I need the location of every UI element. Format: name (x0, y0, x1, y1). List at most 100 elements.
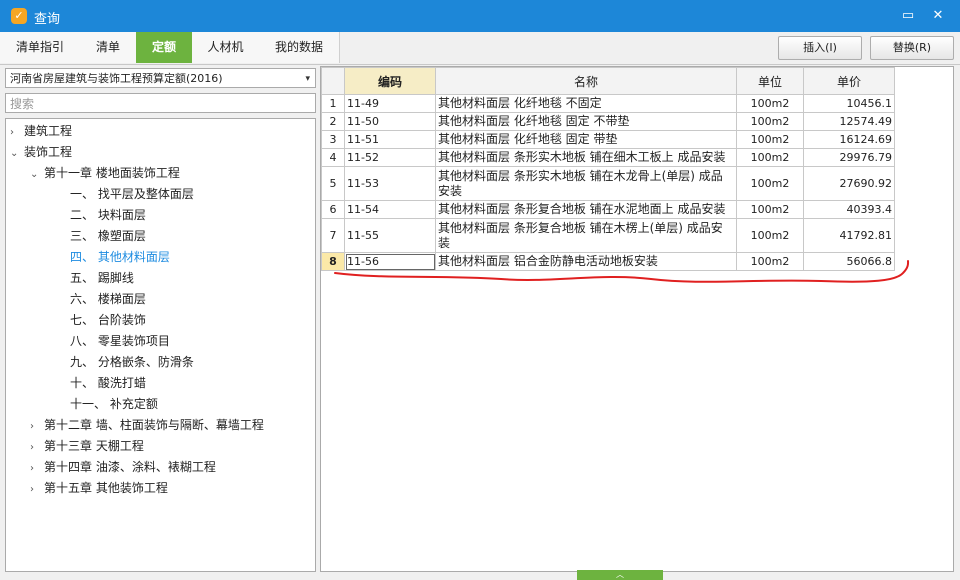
tree-item-label: 装饰工程 (24, 145, 73, 159)
cell-code[interactable]: 11-55 (344, 218, 436, 253)
tree-item[interactable]: 十、 酸洗打蜡 (50, 373, 146, 394)
tree-item-label: 四、 其他材料面层 (70, 250, 170, 264)
chevron-down-icon[interactable]: ▾ (305, 69, 310, 89)
cell-unit[interactable]: 100m2 (736, 200, 804, 219)
cell-code[interactable]: 11-51 (344, 130, 436, 149)
tree-item[interactable]: 九、 分格嵌条、防滑条 (50, 352, 194, 373)
tree-item[interactable]: › 第十三章 天棚工程 (30, 436, 144, 457)
tree-item[interactable]: 五、 踢脚线 (50, 268, 134, 289)
tab-my-data[interactable]: 我的数据 (259, 32, 340, 63)
cell-unit[interactable]: 100m2 (736, 166, 804, 201)
cell-unit[interactable]: 100m2 (736, 218, 804, 253)
cell-price[interactable]: 10456.1 (803, 94, 895, 113)
cell-price[interactable]: 12574.49 (803, 112, 895, 131)
cell-code[interactable]: 11-56 (344, 252, 436, 271)
tab-bill-guide[interactable]: 清单指引 (0, 32, 81, 63)
tab-labor-material[interactable]: 人材机 (192, 32, 260, 63)
tree-item[interactable]: › 第十五章 其他装饰工程 (30, 478, 168, 499)
cell-name[interactable]: 其他材料面层 化纤地毯 固定 不带垫 (435, 112, 737, 131)
tree-item[interactable]: 八、 零星装饰项目 (50, 331, 170, 352)
tree-item[interactable]: 四、 其他材料面层 (50, 247, 170, 268)
cell-unit[interactable]: 100m2 (736, 112, 804, 131)
cell-unit[interactable]: 100m2 (736, 94, 804, 113)
replace-button[interactable]: 替换(R) (870, 36, 954, 60)
col-header-unit[interactable]: 单位 (736, 67, 804, 95)
table-row[interactable]: 1 11-49 其他材料面层 化纤地毯 不固定 100m2 10456.1 (321, 94, 895, 113)
cell-code[interactable]: 11-52 (344, 148, 436, 167)
cell-code[interactable]: 11-54 (344, 200, 436, 219)
col-header-name[interactable]: 名称 (435, 67, 737, 95)
cell-price[interactable]: 40393.4 (803, 200, 895, 219)
table-row[interactable]: 3 11-51 其他材料面层 化纤地毯 固定 带垫 100m2 16124.69 (321, 130, 895, 149)
cell-price[interactable]: 16124.69 (803, 130, 895, 149)
cell-price[interactable]: 27690.92 (803, 166, 895, 201)
quota-table: 编码 名称 单位 单价 1 11-49 其他材料面层 化纤地毯 不固定 100m2 10… (321, 67, 895, 271)
cell-code[interactable]: 11-50 (344, 112, 436, 131)
table-row[interactable]: 2 11-50 其他材料面层 化纤地毯 固定 不带垫 100m2 12574.49 (321, 112, 895, 131)
chevron-right-icon[interactable]: › (30, 479, 44, 500)
tree-item[interactable]: 三、 橡塑面层 (50, 226, 146, 247)
chevron-right-icon[interactable]: › (30, 437, 44, 458)
cell-unit[interactable]: 100m2 (736, 130, 804, 149)
row-number[interactable]: 8 (321, 252, 345, 271)
chevron-right-icon[interactable]: › (10, 122, 24, 143)
cell-name[interactable]: 其他材料面层 化纤地毯 不固定 (435, 94, 737, 113)
app-logo-icon: ✓ (11, 8, 27, 24)
tree-item[interactable]: › 建筑工程 (10, 121, 72, 142)
insert-button[interactable]: 插入(I) (778, 36, 862, 60)
cell-unit[interactable]: 100m2 (736, 148, 804, 167)
row-number[interactable]: 2 (321, 112, 345, 131)
tab-bill[interactable]: 清单 (80, 32, 137, 63)
chevron-right-icon[interactable]: › (30, 458, 44, 479)
table-row[interactable]: 4 11-52 其他材料面层 条形实木地板 铺在细木工板上 成品安装 100m2 299… (321, 148, 895, 167)
cell-code[interactable]: 11-49 (344, 94, 436, 113)
col-header-code[interactable]: 编码 (344, 67, 436, 95)
tree-item-label: 第十四章 油漆、涂料、裱糊工程 (44, 460, 216, 474)
tree-item-label: 一、 找平层及整体面层 (70, 187, 194, 201)
cell-name[interactable]: 其他材料面层 条形实木地板 铺在细木工板上 成品安装 (435, 148, 737, 167)
tab-quota[interactable]: 定额 (136, 32, 193, 63)
tree-item[interactable]: 六、 楼梯面层 (50, 289, 146, 310)
chevron-down-icon[interactable]: ⌄ (30, 164, 44, 185)
chevron-up-icon: ︿ (616, 570, 624, 579)
row-number[interactable]: 1 (321, 94, 345, 113)
chevron-down-icon[interactable]: ⌄ (10, 143, 24, 164)
quota-library-select[interactable]: 河南省房屋建筑与装饰工程预算定额(2016) ▾ (5, 68, 316, 88)
maximize-button[interactable]: ▭ (898, 6, 918, 26)
col-header-price[interactable]: 单价 (803, 67, 895, 95)
tree-item-label: 十、 酸洗打蜡 (70, 376, 146, 390)
tree-item[interactable]: 一、 找平层及整体面层 (50, 184, 194, 205)
cell-name[interactable]: 其他材料面层 铝合金防静电活动地板安装 (435, 252, 737, 271)
search-input[interactable]: 搜索 (5, 93, 316, 113)
tree-item-label: 三、 橡塑面层 (70, 229, 146, 243)
table-row[interactable]: 5 11-53 其他材料面层 条形实木地板 铺在木龙骨上(单层) 成品安装 100m2… (321, 166, 895, 201)
tree-item[interactable]: › 第十二章 墙、柱面装饰与隔断、幕墙工程 (30, 415, 264, 436)
cell-price[interactable]: 56066.8 (803, 252, 895, 271)
table-row[interactable]: 7 11-55 其他材料面层 条形复合地板 铺在木楞上(单层) 成品安装 100m2 4… (321, 218, 895, 253)
close-button[interactable]: ✕ (928, 6, 948, 26)
tree-item[interactable]: 七、 台阶装饰 (50, 310, 146, 331)
tree-item[interactable]: 二、 块料面层 (50, 205, 146, 226)
table-row[interactable]: 6 11-54 其他材料面层 条形复合地板 铺在水泥地面上 成品安装 100m2 403… (321, 200, 895, 219)
tree-item[interactable]: › 第十四章 油漆、涂料、裱糊工程 (30, 457, 216, 478)
cell-unit[interactable]: 100m2 (736, 252, 804, 271)
row-number[interactable]: 6 (321, 200, 345, 219)
cell-name[interactable]: 其他材料面层 条形复合地板 铺在木楞上(单层) 成品安装 (435, 218, 737, 253)
bottom-expand-tab[interactable]: ︿ (577, 570, 663, 580)
tree-item[interactable]: 十一、 补充定额 (50, 394, 158, 415)
row-number[interactable]: 7 (321, 218, 345, 253)
cell-name[interactable]: 其他材料面层 条形复合地板 铺在水泥地面上 成品安装 (435, 200, 737, 219)
chevron-right-icon[interactable]: › (30, 416, 44, 437)
cell-price[interactable]: 41792.81 (803, 218, 895, 253)
row-number[interactable]: 5 (321, 166, 345, 201)
tab-bar: 清单指引 清单 定额 人材机 我的数据 插入(I) 替换(R) (0, 32, 960, 65)
row-number[interactable]: 4 (321, 148, 345, 167)
tree-item[interactable]: ⌄ 装饰工程 (10, 142, 72, 163)
cell-name[interactable]: 其他材料面层 条形实木地板 铺在木龙骨上(单层) 成品安装 (435, 166, 737, 201)
row-number[interactable]: 3 (321, 130, 345, 149)
cell-name[interactable]: 其他材料面层 化纤地毯 固定 带垫 (435, 130, 737, 149)
tree-item[interactable]: ⌄ 第十一章 楼地面装饰工程 (30, 163, 180, 184)
cell-code[interactable]: 11-53 (344, 166, 436, 201)
table-row[interactable]: 8 11-56 其他材料面层 铝合金防静电活动地板安装 100m2 56066.8 (321, 252, 895, 271)
cell-price[interactable]: 29976.79 (803, 148, 895, 167)
